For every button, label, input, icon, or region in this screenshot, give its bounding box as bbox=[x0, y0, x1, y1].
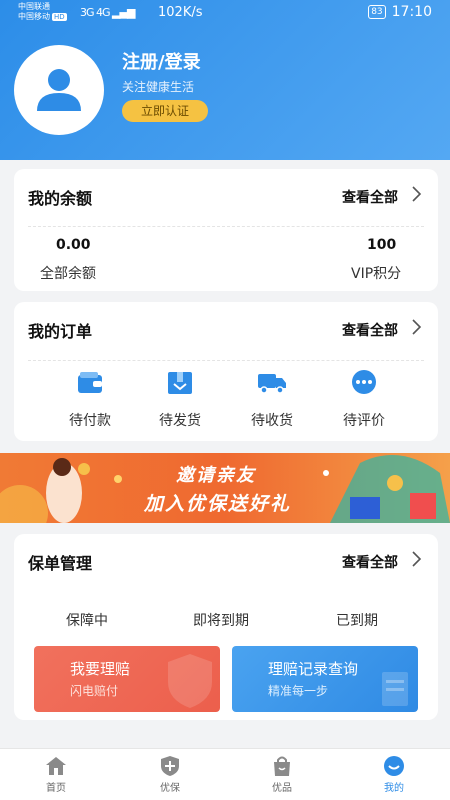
order-item-label: 待评价 bbox=[343, 413, 385, 429]
file-claim-button[interactable]: 我要理赔 闪电赔付 bbox=[34, 646, 220, 712]
chevron-right-icon[interactable] bbox=[410, 316, 424, 338]
order-item-label: 待收货 bbox=[251, 413, 293, 429]
carrier-info: 中国联通 中国移动 HD bbox=[18, 2, 67, 22]
tab-label: 优保 bbox=[160, 783, 180, 794]
claim-records-button[interactable]: 理赔记录查询 精准每一步 bbox=[232, 646, 418, 712]
truck-icon bbox=[258, 374, 286, 394]
login-register-link[interactable]: 注册/登录 bbox=[122, 48, 201, 74]
user-subtitle: 关注健康生活 bbox=[122, 80, 195, 94]
order-pending-shipment[interactable]: 待发货 bbox=[140, 370, 220, 430]
banner-line-2: 加入优保送好礼 bbox=[144, 493, 292, 515]
tab-label: 首页 bbox=[46, 783, 66, 794]
order-item-label: 待付款 bbox=[69, 413, 111, 429]
policy-title: 保单管理 bbox=[28, 554, 93, 573]
tab-in-coverage[interactable]: 保障中 bbox=[66, 610, 108, 630]
tab-expiring-soon[interactable]: 即将到期 bbox=[193, 610, 249, 630]
profile-smile-icon bbox=[384, 756, 404, 776]
total-balance-label[interactable]: 全部余额 bbox=[40, 263, 96, 283]
shopping-bag-icon bbox=[274, 756, 290, 776]
invite-banner[interactable]: 邀请亲友 加入优保送好礼 bbox=[0, 453, 450, 523]
tab-label: 优品 bbox=[272, 783, 292, 794]
balance-view-all[interactable]: 查看全部 bbox=[342, 187, 398, 207]
box-icon bbox=[168, 372, 192, 394]
orders-title: 我的订单 bbox=[28, 322, 93, 341]
policy-view-all[interactable]: 查看全部 bbox=[342, 552, 398, 572]
user-avatar-icon bbox=[37, 69, 81, 111]
status-right: 83 17:10 bbox=[368, 4, 432, 20]
network-type: 3G 4G bbox=[80, 6, 111, 19]
records-subtitle: 精准每一步 bbox=[268, 684, 329, 698]
status-bar: 中国联通 中国移动 HD 3G 4G ▂▄▆ 102K/s 83 17:10 bbox=[0, 0, 450, 26]
battery-icon: 83 bbox=[368, 5, 386, 19]
chevron-right-icon[interactable] bbox=[410, 548, 424, 570]
signal-icon: 3G 4G ▂▄▆ bbox=[80, 6, 135, 19]
orders-card: 我的订单 查看全部 待付款 待发货 待收货 待评价 bbox=[14, 302, 438, 441]
order-pending-review[interactable]: 待评价 bbox=[324, 370, 404, 430]
claim-title: 我要理赔 bbox=[70, 660, 131, 678]
clock: 17:10 bbox=[391, 4, 432, 20]
chevron-right-icon[interactable] bbox=[410, 183, 424, 205]
vip-points-value: 100 bbox=[367, 237, 397, 253]
wallet-icon bbox=[78, 372, 102, 393]
orders-view-all[interactable]: 查看全部 bbox=[342, 320, 398, 340]
order-pending-payment[interactable]: 待付款 bbox=[50, 370, 130, 430]
home-icon bbox=[46, 757, 66, 775]
claim-decoration-icon bbox=[168, 654, 212, 708]
carrier-2: 中国移动 bbox=[18, 12, 50, 21]
network-speed: 102K/s bbox=[158, 5, 203, 20]
balance-title: 我的余额 bbox=[28, 189, 93, 208]
comment-icon bbox=[352, 370, 376, 394]
tab-expired[interactable]: 已到期 bbox=[336, 610, 378, 630]
tab-home[interactable]: 首页 bbox=[16, 749, 96, 800]
order-pending-receipt[interactable]: 待收货 bbox=[232, 370, 312, 430]
carrier-1: 中国联通 bbox=[18, 2, 50, 11]
tab-mine[interactable]: 我的 bbox=[354, 749, 434, 800]
tab-products[interactable]: 优品 bbox=[242, 749, 322, 800]
verify-button[interactable]: 立即认证 bbox=[122, 100, 208, 122]
divider bbox=[28, 226, 424, 227]
records-title: 理赔记录查询 bbox=[268, 660, 359, 678]
shield-plus-icon bbox=[161, 756, 179, 776]
divider bbox=[28, 360, 424, 361]
bottom-tab-bar: 首页 优保 优品 我的 bbox=[0, 748, 450, 800]
claim-subtitle: 闪电赔付 bbox=[70, 684, 119, 698]
banner-line-1: 邀请亲友 bbox=[176, 465, 256, 486]
records-decoration-icon bbox=[382, 672, 408, 706]
tab-label: 我的 bbox=[384, 783, 404, 794]
balance-card: 我的余额 查看全部 0.00 全部余额 100 VIP积分 bbox=[14, 169, 438, 291]
avatar[interactable] bbox=[14, 45, 104, 135]
tab-insurance[interactable]: 优保 bbox=[130, 749, 210, 800]
hd-badge: HD bbox=[52, 13, 67, 21]
total-balance-value: 0.00 bbox=[56, 237, 91, 253]
vip-points-label[interactable]: VIP积分 bbox=[351, 263, 401, 283]
order-item-label: 待发货 bbox=[159, 413, 201, 429]
